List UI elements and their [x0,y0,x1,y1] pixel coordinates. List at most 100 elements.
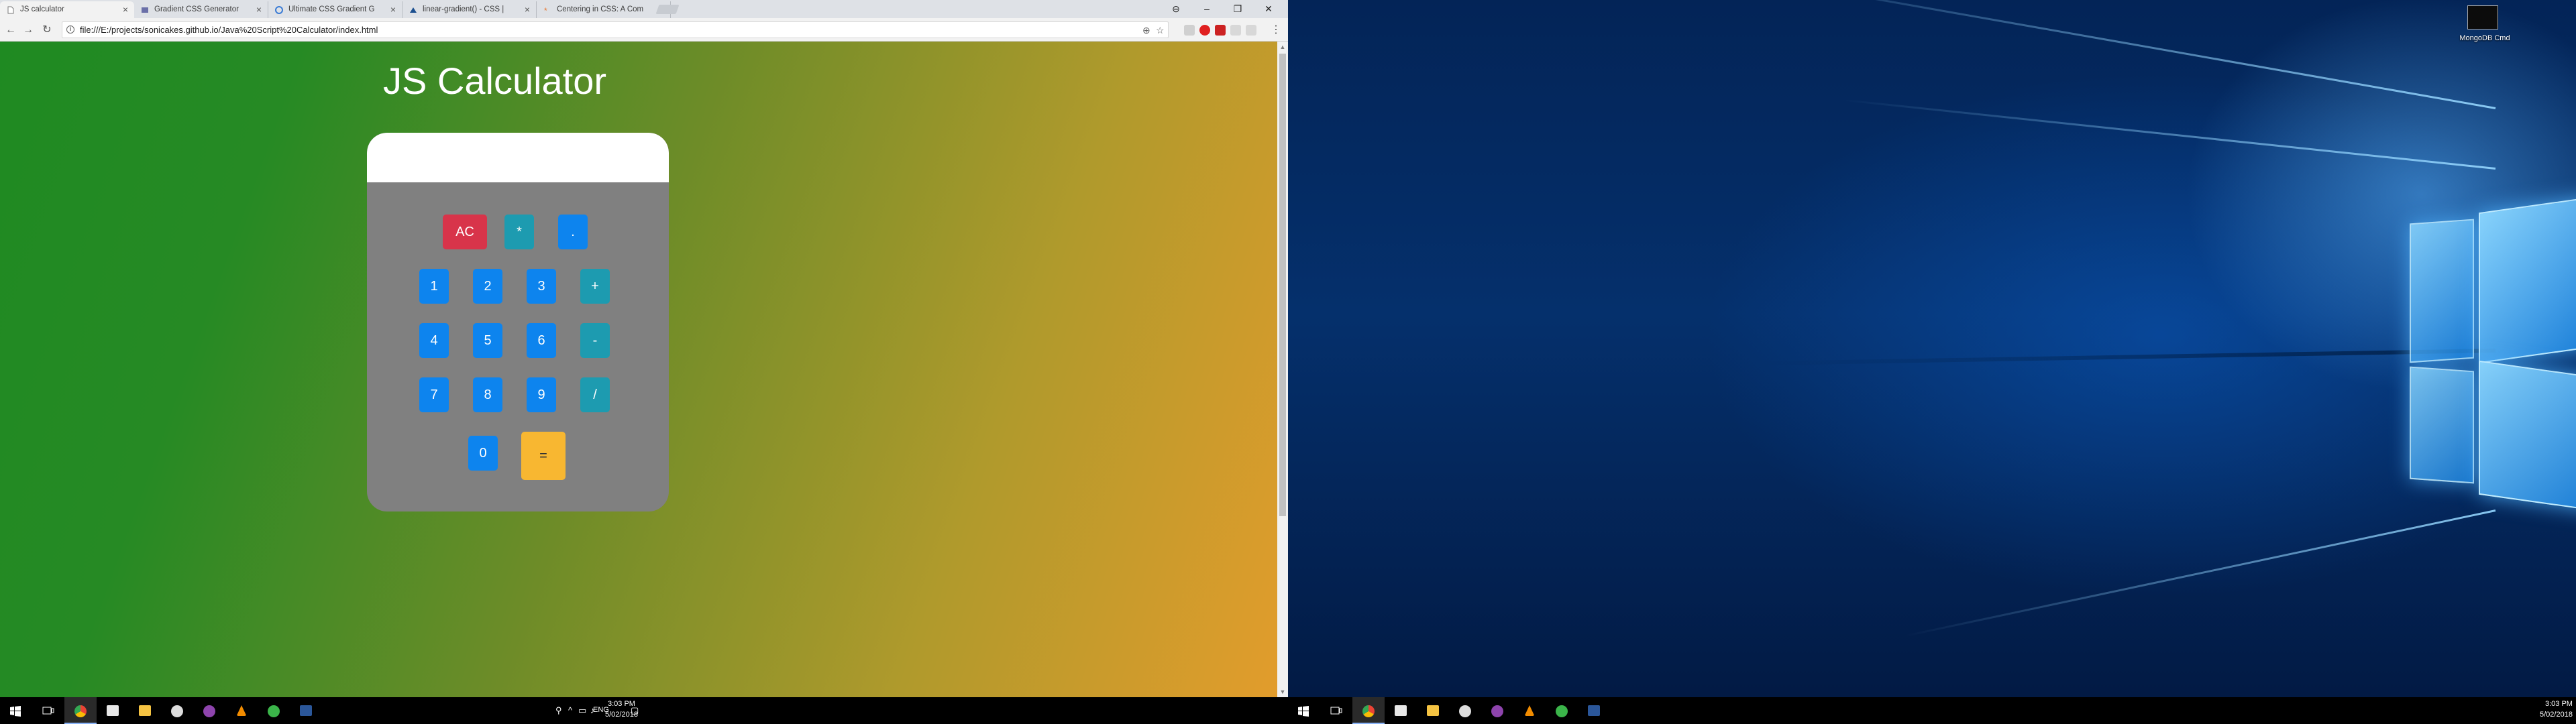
lastpass-icon[interactable] [1215,25,1226,36]
light-beam [1735,0,2496,109]
file-explorer-taskbar-button[interactable] [129,697,161,724]
opera-vpn-icon[interactable] [1199,25,1210,36]
extension-icon[interactable] [1230,25,1241,36]
key-0-button[interactable]: 0 [468,436,498,471]
close-icon[interactable]: × [256,1,262,18]
scroll-up-arrow-icon[interactable]: ▲ [1277,42,1288,52]
extension-icon[interactable] [1246,25,1256,36]
app-taskbar-button[interactable] [258,697,290,724]
forward-button[interactable]: → [20,22,36,38]
url-text[interactable]: file:///E:/projects/sonicakes.github.io/… [80,22,378,38]
extension-icon[interactable] [1184,25,1195,36]
notifications-icon[interactable]: ▢ [631,705,639,716]
key-1-button[interactable]: 1 [419,269,449,304]
terminal-icon [2467,5,2498,29]
reload-button[interactable]: ↻ [39,22,55,38]
mdn-icon [410,7,417,13]
taskbar: ⚲ ^ ▭ ♪ ENG 3:03 PM 5/02/2018 ▢ [0,697,1288,724]
mail-taskbar-button[interactable] [97,697,129,724]
clear-button[interactable]: AC [443,215,487,249]
key-2-button[interactable]: 2 [473,269,502,304]
task-view-icon [42,707,54,715]
light-beam [1841,99,2496,170]
minimize-button[interactable]: – [1191,0,1222,18]
tab-js-calculator[interactable]: JS calculator × [0,1,134,18]
key-4-button[interactable]: 4 [419,323,449,358]
account-icon[interactable]: ⊖ [1161,0,1191,18]
desktop-shortcut[interactable]: MongoDB Cmd [2459,5,2516,46]
scroll-down-arrow-icon[interactable]: ▼ [1277,686,1288,697]
equals-button[interactable]: = [521,432,566,480]
task-view-button[interactable] [32,697,64,724]
menu-icon[interactable]: ⋮ [1268,22,1284,38]
word-taskbar-button[interactable] [1578,697,1610,724]
tab-title: Ultimate CSS Gradient G [288,5,375,13]
page-icon [7,6,14,14]
show-hidden-icons-icon[interactable]: ^ [568,705,572,715]
add-button[interactable]: + [580,269,610,304]
new-tab-button[interactable] [655,5,680,14]
chrome-taskbar-button[interactable] [64,697,97,724]
subtract-button[interactable]: - [580,323,610,358]
app-taskbar-button[interactable] [1481,697,1513,724]
divide-button[interactable]: / [580,377,610,412]
key-3-button[interactable]: 3 [527,269,556,304]
right-monitor: MongoDB Cmd 3:03 PM 5/02/2018 [1288,0,2576,724]
vertical-scrollbar[interactable]: ▲ ▼ [1277,42,1288,697]
app-taskbar-button[interactable] [1449,697,1481,724]
key-7-button[interactable]: 7 [419,377,449,412]
windows-icon [1298,706,1309,717]
vlc-icon [1525,705,1534,716]
css-tricks-icon: * [544,6,547,14]
vlc-taskbar-button[interactable] [225,697,258,724]
chrome-taskbar-button[interactable] [1352,697,1385,724]
tab-gradient-css-generator[interactable]: Gradient CSS Generator × [134,1,268,18]
app-taskbar-button[interactable] [193,697,225,724]
key-9-button[interactable]: 9 [527,377,556,412]
close-icon[interactable]: × [525,1,530,18]
app-icon [171,705,183,717]
page-title: JS Calculator [383,60,607,102]
mail-taskbar-button[interactable] [1385,697,1417,724]
multiply-button[interactable]: * [504,215,534,249]
info-icon[interactable]: i [66,25,74,34]
task-view-button[interactable] [1320,697,1352,724]
people-icon[interactable]: ⚲ [555,705,562,716]
word-taskbar-button[interactable] [290,697,322,724]
folder-icon [1427,705,1439,716]
vlc-taskbar-button[interactable] [1513,697,1546,724]
key-8-button[interactable]: 8 [473,377,502,412]
address-bar[interactable]: i file:///E:/projects/sonicakes.github.i… [62,21,1169,38]
windows-logo-pane [2479,196,2576,364]
close-icon[interactable]: × [390,1,396,18]
clock-date[interactable]: 5/02/2018 [2540,711,2573,719]
desktop-wallpaper: MongoDB Cmd [1288,0,2576,697]
start-button[interactable] [0,697,32,724]
clock-time[interactable]: 3:03 PM [2545,700,2573,708]
app-icon [1556,705,1568,717]
scrollbar-thumb[interactable] [1279,54,1286,516]
app-taskbar-button[interactable] [161,697,193,724]
close-icon[interactable]: × [123,1,128,18]
tab-linear-gradient-mdn[interactable]: linear-gradient() - CSS | × [402,1,537,18]
colorzilla-icon [275,6,283,14]
key-6-button[interactable]: 6 [527,323,556,358]
bookmark-star-icon[interactable]: ☆ [1156,25,1165,36]
light-beam [1904,509,2496,638]
close-button[interactable]: ✕ [1253,0,1284,18]
desktop-shortcut-label: MongoDB Cmd [2459,34,2510,42]
network-icon[interactable]: ▭ [578,705,586,716]
back-button[interactable]: ← [3,22,19,38]
chrome-icon [74,705,87,717]
file-explorer-taskbar-button[interactable] [1417,697,1449,724]
windows-logo-pane [2410,366,2474,484]
maximize-button[interactable]: ❐ [1222,0,1253,18]
key-5-button[interactable]: 5 [473,323,502,358]
app-taskbar-button[interactable] [1546,697,1578,724]
start-button[interactable] [1288,697,1320,724]
chrome-icon [1362,705,1375,717]
tab-centering-in-css[interactable]: * Centering in CSS: A Com × [537,1,671,18]
zoom-icon[interactable]: ⊕ [1142,25,1150,36]
tab-ultimate-css-gradient[interactable]: Ultimate CSS Gradient G × [268,1,402,18]
decimal-button[interactable]: . [558,215,588,249]
